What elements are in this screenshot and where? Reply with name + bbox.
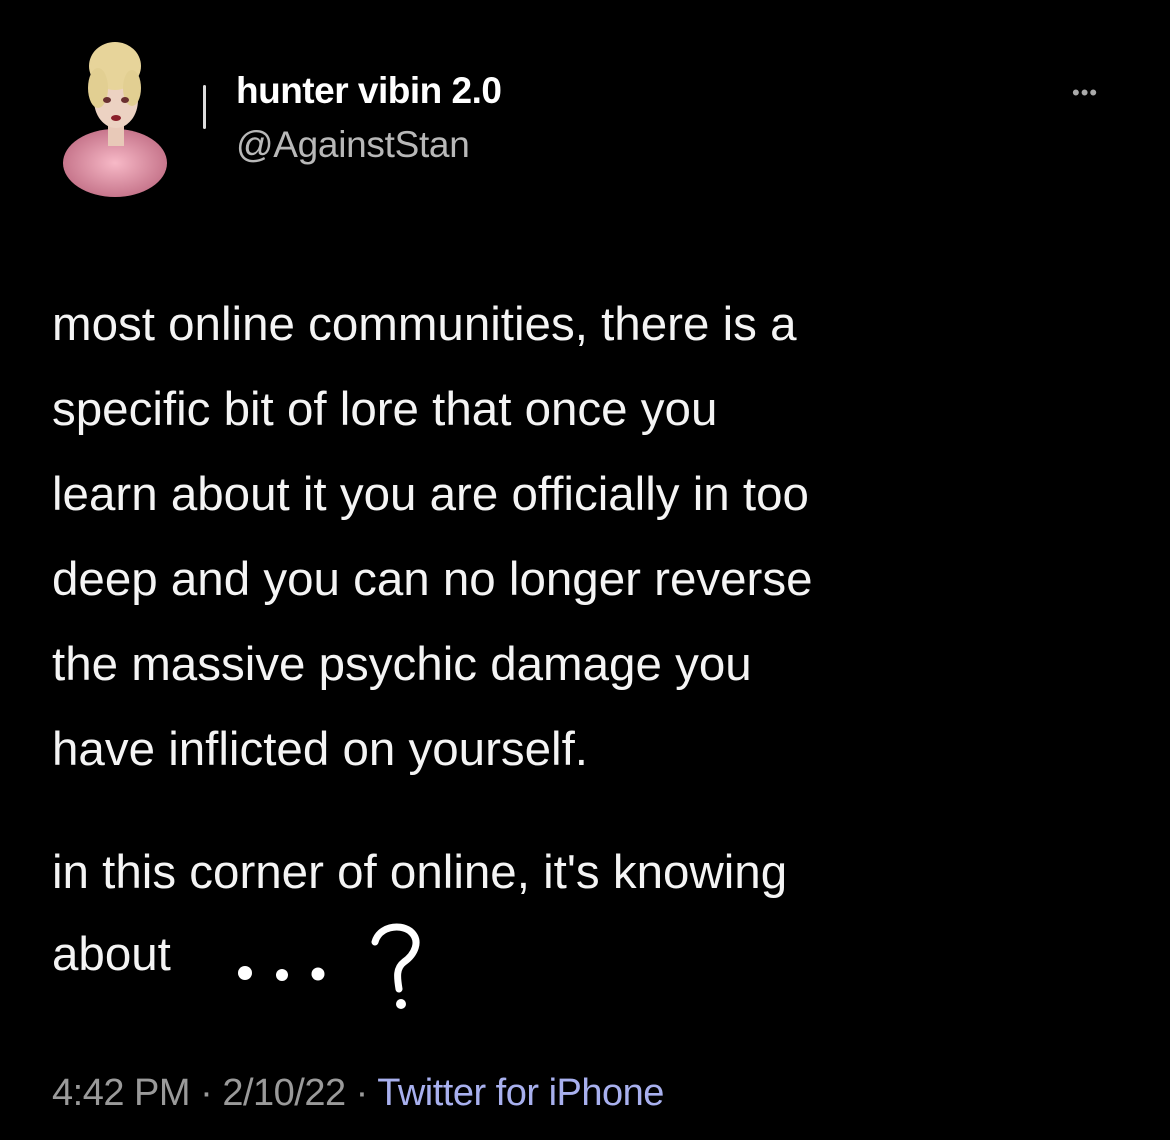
tweet-text-line: have inflicted on yourself. [52, 723, 588, 776]
more-horizontal-icon[interactable]: ••• [1072, 80, 1098, 106]
tweet-text-line: the massive psychic damage you [52, 638, 752, 691]
tweet-text-line: in this corner of online, it's knowing [52, 846, 788, 899]
tweet-text-line: deep and you can no longer reverse [52, 553, 813, 606]
tweet-date[interactable]: 2/10/22 [222, 1072, 346, 1114]
tweet-text-line: most online communities, there is a [52, 298, 797, 351]
user-handle[interactable]: @AgainstStan [236, 124, 470, 166]
tweet-text-line: learn about it you are officially in too [52, 468, 809, 521]
separator: · [355, 1072, 369, 1114]
tweet-text: most online communities, there is a spec… [52, 282, 813, 792]
tweet-source-link[interactable]: Twitter for iPhone [377, 1072, 664, 1114]
tweet-time[interactable]: 4:42 PM [52, 1072, 191, 1114]
divider [203, 85, 206, 129]
tweet-text-line: specific bit of lore that once you [52, 383, 718, 436]
handwritten-ellipsis-question-mark [238, 923, 420, 1009]
tweet-meta: 4:42 PM · 2/10/22 · Twitter for iPhone [52, 1072, 664, 1115]
avatar[interactable] [60, 38, 190, 198]
separator: · [200, 1072, 213, 1114]
display-name[interactable]: hunter vibin 2.0 [236, 70, 502, 112]
